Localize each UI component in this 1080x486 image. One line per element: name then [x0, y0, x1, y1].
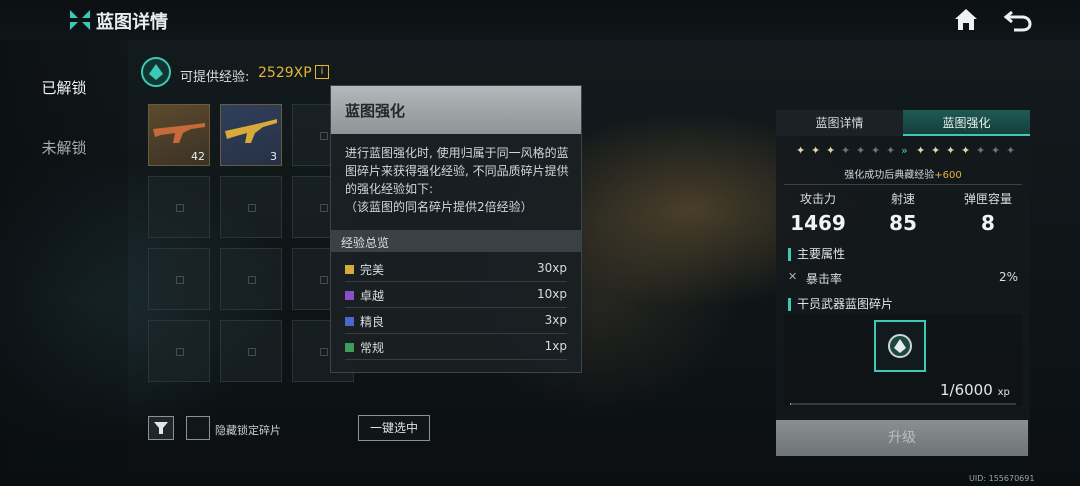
stat-label: 弹匣容量: [963, 192, 1012, 206]
stat-label: 攻击力: [799, 192, 836, 206]
fragment-add-slot[interactable]: [874, 320, 926, 372]
star-icon: ✦: [946, 144, 956, 157]
popup-title: 蓝图强化: [345, 102, 406, 120]
star-level-row: ✦ ✦ ✦ ✦ ✦ ✦ ✦ » ✦ ✦ ✦ ✦ ✦ ✦ ✦: [796, 144, 1016, 160]
empty-slot[interactable]: [220, 320, 282, 382]
star-icon: ✦: [931, 144, 941, 157]
tab-blueprint-details[interactable]: 蓝图详情: [776, 110, 903, 136]
popup-header: 蓝图强化: [331, 86, 581, 134]
home-icon[interactable]: [952, 6, 980, 34]
star-icon: ✦: [826, 144, 836, 157]
empty-slot[interactable]: [148, 248, 210, 310]
stat-value: 8: [981, 211, 995, 235]
hide-locked-checkbox[interactable]: [186, 416, 210, 440]
fragment-unit: xp: [997, 387, 1010, 398]
xp-label: 可提供经验:: [180, 70, 250, 85]
nav-unlocked[interactable]: 已解锁: [0, 68, 128, 108]
exp-row-fine: 精良 3xp: [345, 308, 567, 334]
enhance-info-popup: 蓝图强化 进行蓝图强化时, 使用归属于同一风格的蓝图碎片来获得强化经验, 不同品…: [330, 85, 582, 373]
blueprint-panel: 蓝图详情 蓝图强化 ✦ ✦ ✦ ✦ ✦ ✦ ✦» ✦ ✦ ✦ ✦ ✦ ✦ ✦ 强化成功后典藏经验+600 …: [776, 110, 1030, 456]
filter-button[interactable]: [148, 416, 174, 440]
page-title: 蓝图详情: [96, 12, 168, 33]
exp-value: 1xp: [544, 339, 567, 353]
nav-locked[interactable]: 未解锁: [0, 128, 128, 168]
enhance-bonus: 强化成功后典藏经验+600: [776, 166, 1030, 181]
bonus-value: +600: [934, 170, 962, 181]
star-icon: ✦: [1006, 144, 1016, 157]
hide-locked-label: 隐藏锁定碎片: [215, 424, 281, 437]
back-icon[interactable]: [1002, 6, 1034, 34]
fragment-slot[interactable]: 3: [220, 104, 282, 166]
fragment-slot[interactable]: 42: [148, 104, 210, 166]
stat-label: 射速: [890, 192, 915, 206]
exp-overview-title: 经验总览: [341, 236, 390, 250]
fragment-count: 42: [191, 150, 205, 163]
xp-value: 2529XP: [258, 65, 312, 81]
quality-square: [345, 291, 354, 300]
fragment-title: 干员武器蓝图碎片: [788, 298, 893, 311]
blueprint-logo-icon: [70, 10, 90, 30]
exp-value: 3xp: [544, 313, 567, 327]
star-icon: ✦: [841, 144, 851, 157]
star-icon: ✦: [976, 144, 986, 157]
star-icon: ✦: [811, 144, 821, 157]
fragment-progress-bar: [790, 403, 1016, 405]
star-icon: ✦: [856, 144, 866, 157]
crit-icon: ✕: [788, 270, 798, 283]
star-icon: ✦: [886, 144, 896, 157]
exp-value: 10xp: [537, 287, 567, 301]
progress-fill: [790, 403, 792, 405]
exp-quality: 精良: [360, 315, 385, 329]
exp-row-perfect: 完美 30xp: [345, 256, 567, 282]
stat-fire-rate: 射速 85: [861, 190, 945, 235]
stat-value: 1469: [790, 211, 846, 235]
main-attr-title: 主要属性: [788, 248, 845, 261]
stat-magazine: 弹匣容量 8: [946, 190, 1030, 235]
exp-quality: 卓越: [360, 289, 385, 303]
operator-badge-icon: [141, 57, 171, 87]
quality-square: [345, 265, 354, 274]
popup-description: 进行蓝图强化时, 使用归属于同一风格的蓝图碎片来获得强化经验, 不同品质碎片提供…: [345, 146, 569, 214]
tab-blueprint-enhance[interactable]: 蓝图强化: [903, 110, 1030, 136]
star-icon: ✦: [961, 144, 971, 157]
crit-value: 2%: [998, 270, 1018, 284]
empty-slot[interactable]: [220, 248, 282, 310]
exp-value: 30xp: [537, 261, 567, 275]
quality-square: [345, 317, 354, 326]
exp-row-excellent: 卓越 10xp: [345, 282, 567, 308]
side-nav: 已解锁 未解锁: [0, 40, 128, 486]
rifle-icon: [153, 123, 205, 143]
exp-quality: 常规: [360, 341, 385, 355]
crit-label: 暴击率: [806, 272, 843, 286]
exp-quality: 完美: [360, 263, 385, 277]
star-icon: ✦: [871, 144, 881, 157]
star-icon: ✦: [991, 144, 1001, 157]
uid-label: UID: 155670691: [969, 474, 1035, 483]
stat-attack: 攻击力 1469: [776, 190, 860, 235]
top-bar: 蓝图详情: [0, 0, 1080, 40]
fragment-progress-text: 1/6000 xp: [940, 381, 1010, 399]
rifle-icon: [225, 119, 277, 143]
bonus-text: 强化成功后典藏经验: [844, 170, 935, 181]
upgrade-button[interactable]: 升级: [776, 420, 1028, 456]
stat-value: 85: [889, 211, 917, 235]
fragment-count: 1/6000: [940, 381, 993, 399]
empty-slot[interactable]: [148, 176, 210, 238]
fragment-count: 3: [270, 150, 277, 163]
select-all-button[interactable]: 一键选中: [358, 415, 430, 441]
exp-row-common: 常规 1xp: [345, 334, 567, 360]
arrow-icon: »: [901, 144, 908, 157]
operator-badge-icon: [888, 334, 912, 358]
star-icon: ✦: [916, 144, 926, 157]
quality-square: [345, 343, 354, 352]
info-icon[interactable]: i: [315, 65, 329, 79]
filter-icon: [154, 422, 168, 434]
divider: [784, 184, 1022, 185]
exp-overview-header: 经验总览: [331, 230, 581, 252]
empty-slot[interactable]: [220, 176, 282, 238]
star-icon: ✦: [796, 144, 806, 157]
empty-slot[interactable]: [148, 320, 210, 382]
